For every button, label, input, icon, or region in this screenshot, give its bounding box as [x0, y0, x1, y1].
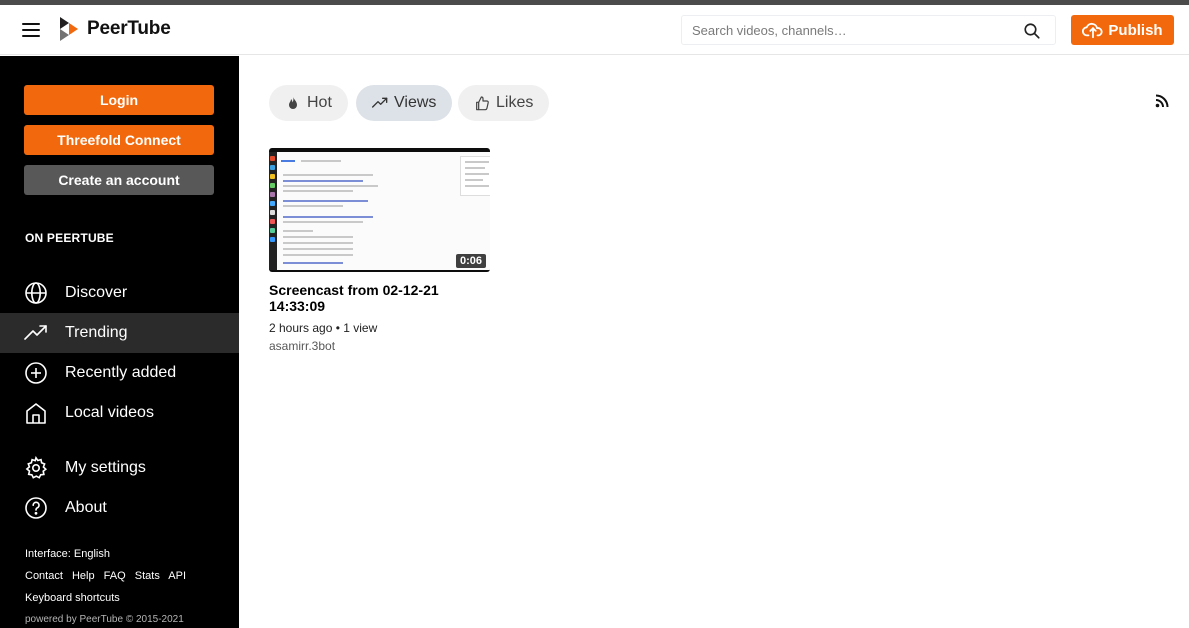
sidebar: Login Threefold Connect Create an accoun… — [0, 56, 239, 628]
footer-link-stats[interactable]: Stats — [135, 570, 160, 582]
footer-link-help[interactable]: Help — [72, 570, 95, 582]
sidebar-item-label: My settings — [65, 459, 146, 476]
search-bar — [681, 15, 1056, 45]
interface-language[interactable]: Interface: English — [25, 548, 110, 560]
plus-circle-icon — [25, 362, 47, 384]
footer-link-api[interactable]: API — [168, 570, 186, 582]
help-icon — [25, 497, 47, 519]
sidebar-item-recently-added[interactable]: Recently added — [0, 353, 239, 393]
sidebar-item-label: Local videos — [65, 404, 154, 421]
app-name[interactable]: PeerTube — [87, 18, 171, 40]
thumbnail-screen — [277, 152, 490, 270]
publish-button[interactable]: Publish — [1071, 15, 1174, 45]
login-button[interactable]: Login — [24, 85, 214, 115]
thumbnail-panel — [460, 156, 490, 196]
video-title[interactable]: Screencast from 02-12-21 14:33:09 — [269, 282, 469, 314]
gear-icon — [25, 456, 48, 479]
search-input[interactable] — [682, 16, 1012, 44]
tab-likes[interactable]: Likes — [458, 85, 550, 121]
tab-label: Views — [394, 94, 437, 111]
threefold-connect-button[interactable]: Threefold Connect — [24, 125, 214, 155]
rss-icon[interactable] — [1155, 94, 1169, 108]
sidebar-item-label: Discover — [65, 284, 128, 301]
sidebar-item-trending[interactable]: Trending — [0, 313, 239, 353]
menu-icon[interactable] — [22, 23, 40, 37]
powered-by: powered by PeerTube © 2015-2021 — [25, 614, 184, 625]
search-icon[interactable] — [1023, 22, 1041, 40]
tab-label: Hot — [307, 94, 332, 111]
video-duration: 0:06 — [455, 254, 486, 268]
create-account-button[interactable]: Create an account — [24, 165, 214, 195]
peertube-logo-icon[interactable] — [60, 17, 78, 41]
sidebar-item-discover[interactable]: Discover — [0, 273, 239, 313]
publish-label: Publish — [1108, 21, 1163, 39]
sidebar-item-about[interactable]: About — [0, 488, 239, 528]
top-header: PeerTube Publish — [0, 5, 1189, 55]
thumbs-up-icon — [476, 96, 489, 111]
copyright: © 2015-2021 — [125, 614, 184, 625]
keyboard-shortcuts-link[interactable]: Keyboard shortcuts — [25, 592, 120, 604]
upload-cloud-icon — [1082, 22, 1103, 39]
video-channel[interactable]: asamirr.3bot — [269, 339, 335, 353]
video-meta: 2 hours ago • 1 view — [269, 321, 378, 335]
section-title: ON PEERTUBE — [25, 231, 114, 245]
powered-by-link[interactable]: powered by PeerTube — [25, 614, 123, 625]
video-thumbnail[interactable]: 0:06 — [269, 148, 490, 272]
tab-views[interactable]: Views — [356, 85, 453, 121]
footer-link-contact[interactable]: Contact — [25, 570, 63, 582]
footer-links: Contact Help FAQ Stats API — [25, 570, 192, 582]
trending-icon — [24, 325, 47, 340]
sidebar-item-label: Trending — [65, 324, 128, 341]
home-icon — [26, 403, 46, 424]
sidebar-item-my-settings[interactable]: My settings — [0, 448, 239, 488]
footer-link-faq[interactable]: FAQ — [104, 570, 126, 582]
sidebar-item-label: About — [65, 499, 107, 516]
flame-icon — [289, 96, 297, 109]
main-content: Hot Views Likes 0:06 Screencast from 02-… — [239, 56, 1189, 628]
trending-icon — [372, 97, 388, 108]
thumbnail-dock — [269, 152, 277, 270]
tab-label: Likes — [496, 94, 534, 111]
globe-icon — [25, 282, 47, 304]
sidebar-item-local-videos[interactable]: Local videos — [0, 393, 239, 433]
sidebar-item-label: Recently added — [65, 364, 177, 381]
tab-hot[interactable]: Hot — [269, 85, 348, 121]
